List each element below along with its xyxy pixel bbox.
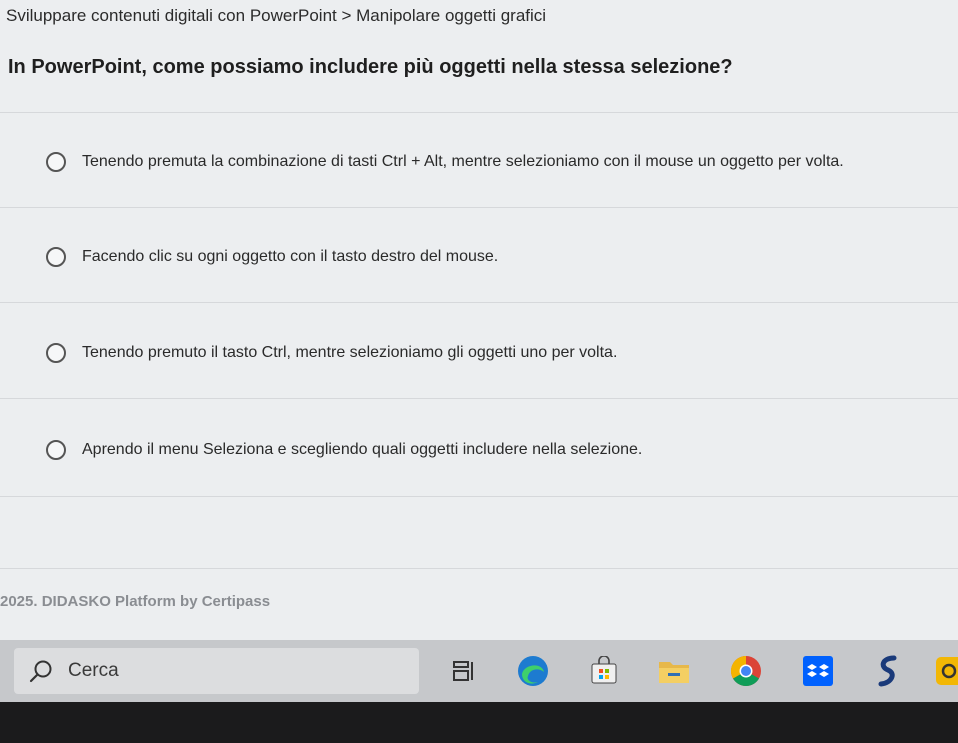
app-s-icon[interactable] bbox=[871, 654, 905, 688]
radio-button[interactable] bbox=[46, 152, 66, 172]
footer-copyright: 2025. DIDASKO Platform by Certipass bbox=[0, 593, 271, 610]
partial-app-icon[interactable] bbox=[936, 654, 958, 688]
divider bbox=[0, 302, 958, 303]
radio-button[interactable] bbox=[46, 440, 66, 460]
answer-option-4[interactable]: Aprendo il menu Seleziona e scegliendo q… bbox=[46, 437, 642, 463]
answer-option-3[interactable]: Tenendo premuto il tasto Ctrl, mentre se… bbox=[46, 340, 617, 366]
answer-option-label: Aprendo il menu Seleziona e scegliendo q… bbox=[82, 441, 643, 458]
chrome-icon[interactable] bbox=[729, 654, 763, 688]
quiz-page: Sviluppare contenuti digitali con PowerP… bbox=[0, 0, 958, 640]
divider bbox=[0, 112, 958, 113]
search-icon bbox=[29, 660, 52, 683]
divider bbox=[0, 568, 958, 569]
radio-button[interactable] bbox=[46, 247, 66, 267]
answer-option-2[interactable]: Facendo clic su ogni oggetto con il tast… bbox=[46, 244, 498, 270]
answer-option-label: Facendo clic su ogni oggetto con il tast… bbox=[82, 248, 499, 265]
answer-option-1[interactable]: Tenendo premuta la combinazione di tasti… bbox=[46, 149, 844, 175]
divider bbox=[0, 398, 958, 399]
search-placeholder: Cerca bbox=[68, 660, 119, 681]
divider bbox=[0, 496, 958, 497]
task-view-icon[interactable] bbox=[446, 654, 480, 688]
dropbox-icon[interactable] bbox=[801, 654, 835, 688]
store-icon[interactable] bbox=[587, 654, 621, 688]
file-explorer-icon[interactable] bbox=[657, 654, 691, 688]
question-title: In PowerPoint, come possiamo includere p… bbox=[8, 56, 733, 78]
taskbar-search[interactable]: Cerca bbox=[14, 648, 419, 694]
radio-button[interactable] bbox=[46, 343, 66, 363]
edge-icon[interactable] bbox=[516, 654, 550, 688]
answer-option-label: Tenendo premuto il tasto Ctrl, mentre se… bbox=[82, 344, 618, 361]
taskbar: Cerca bbox=[0, 640, 958, 702]
breadcrumb: Sviluppare contenuti digitali con PowerP… bbox=[6, 6, 547, 25]
divider bbox=[0, 207, 958, 208]
answer-option-label: Tenendo premuta la combinazione di tasti… bbox=[82, 153, 844, 170]
screen-bezel bbox=[0, 702, 958, 743]
